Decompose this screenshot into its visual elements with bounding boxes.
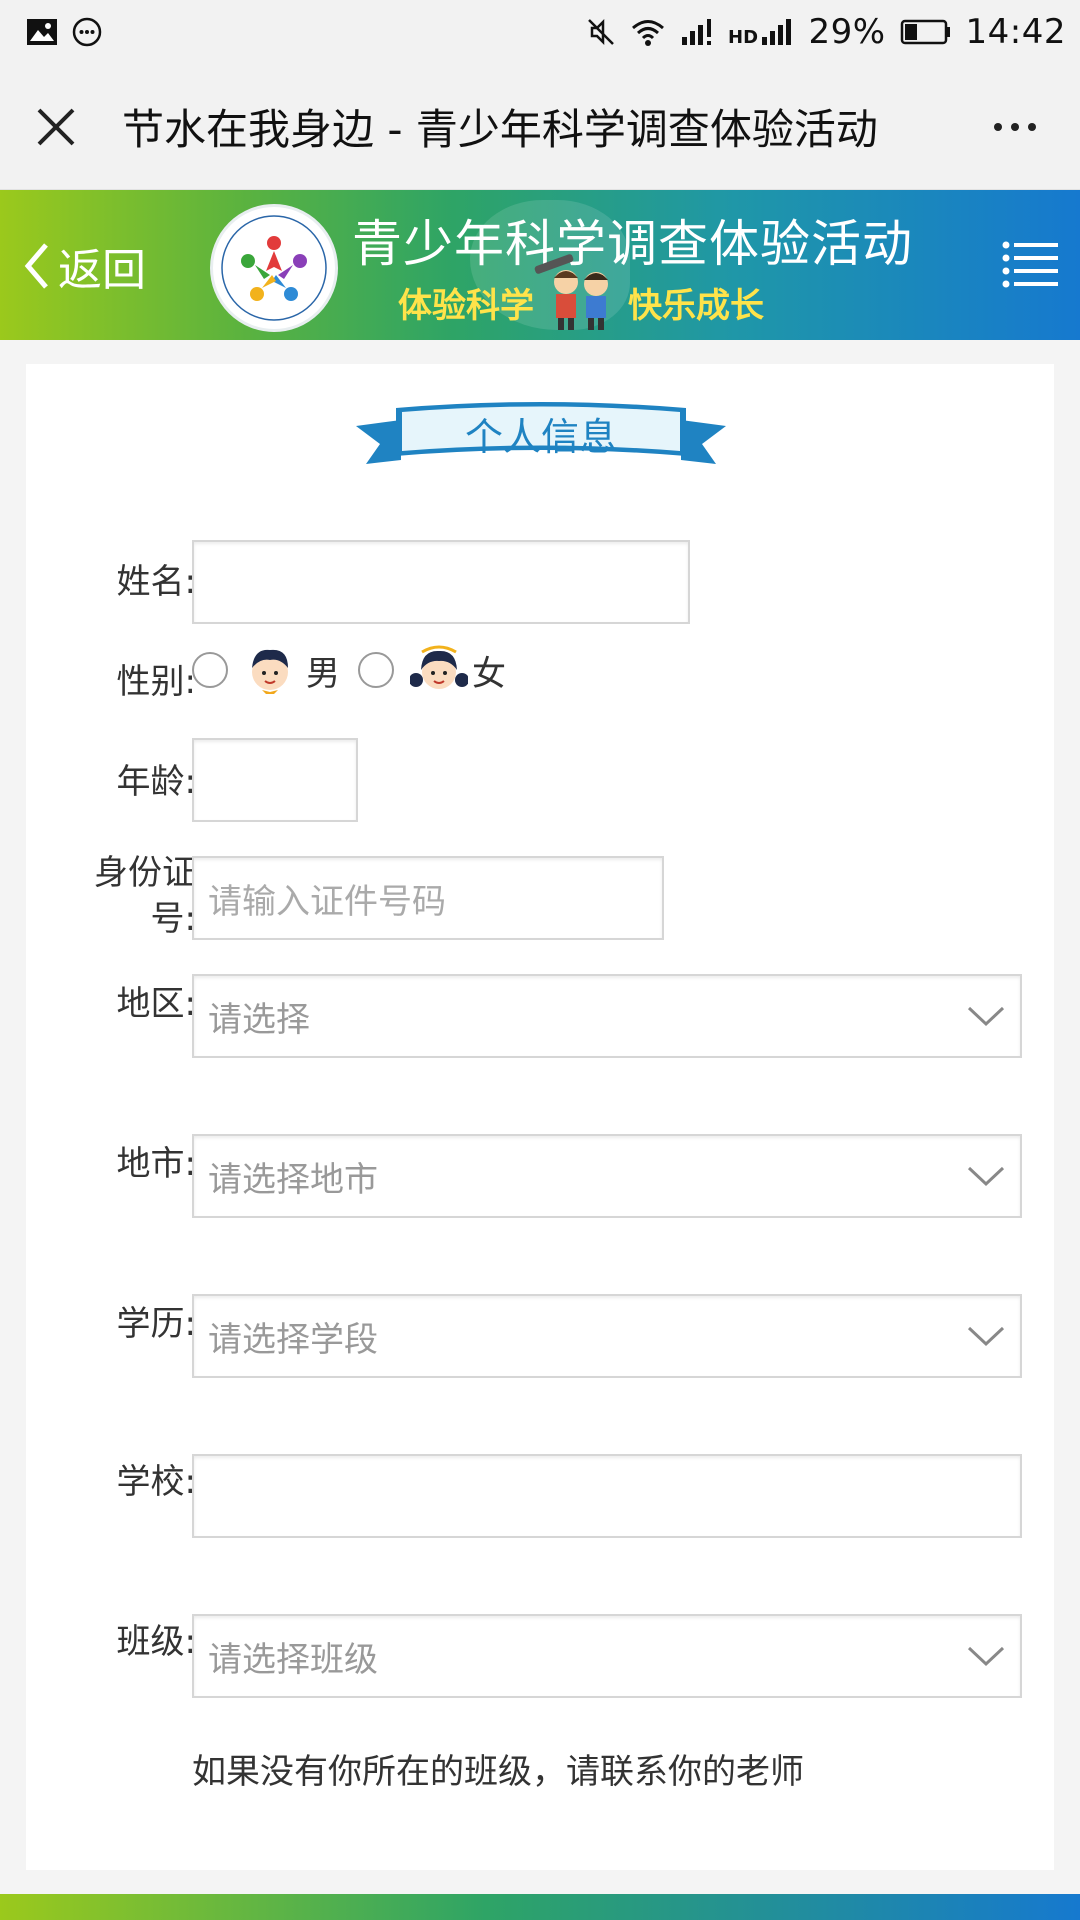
clock: 14:42	[965, 12, 1066, 52]
age-label: 年龄:	[116, 762, 196, 802]
age-input[interactable]	[192, 738, 358, 822]
name-label: 姓名:	[116, 562, 196, 602]
kids-telescope-illustration	[532, 252, 624, 332]
education-select[interactable]: 请选择学段	[192, 1294, 1022, 1378]
school-input[interactable]	[192, 1454, 1022, 1538]
gender-label: 性别:	[116, 662, 196, 702]
battery-percent: 29%	[808, 12, 886, 52]
browser-title-bar: 节水在我身边 - 青少年科学调查体验活动	[0, 64, 1080, 190]
boy-avatar-icon	[244, 644, 296, 696]
personal-info-form: 个人信息 姓名: 性别: 男 女 年龄: 身份证 号: 请输入证件号码 地区: …	[26, 364, 1054, 1870]
chat-notification-icon	[72, 17, 102, 47]
chevron-left-icon	[24, 243, 48, 289]
id-number-input[interactable]: 请输入证件号码	[192, 856, 664, 940]
education-select-value: 请选择学段	[208, 1319, 378, 1360]
wifi-icon	[630, 17, 666, 47]
girl-avatar-icon	[409, 644, 469, 696]
section-title: 个人信息	[464, 414, 617, 459]
id-number-label: 身份证 号:	[46, 850, 196, 942]
city-select[interactable]: 请选择地市	[192, 1134, 1022, 1218]
class-help-note: 如果没有你所在的班级，请联系你的老师	[192, 1752, 804, 1792]
section-ribbon: 个人信息	[356, 398, 726, 478]
region-select-value: 请选择	[208, 999, 310, 1040]
name-input[interactable]	[192, 540, 690, 624]
class-label: 班级:	[116, 1622, 196, 1662]
chevron-down-icon	[967, 1326, 1005, 1347]
chevron-down-icon	[967, 1646, 1005, 1667]
city-select-value: 请选择地市	[208, 1159, 378, 1200]
footer-banner-edge	[0, 1894, 1080, 1920]
banner-slogan-left: 体验科学	[398, 286, 534, 326]
gender-female-label: 女	[472, 653, 506, 694]
class-select[interactable]: 请选择班级	[192, 1614, 1022, 1698]
gender-female-radio[interactable]	[358, 652, 394, 688]
activity-logo	[210, 204, 338, 332]
gallery-notification-icon	[26, 18, 58, 46]
chevron-down-icon	[967, 1166, 1005, 1187]
hd-signal-icon: HD	[728, 17, 794, 47]
id-label-line2: 号:	[150, 899, 196, 939]
gender-male-label: 男	[306, 653, 340, 694]
page-title: 节水在我身边 - 青少年科学调查体验活动	[122, 105, 878, 154]
battery-icon	[900, 18, 952, 46]
close-icon[interactable]	[30, 101, 82, 153]
signal-icon	[680, 17, 714, 47]
banner-slogan-right: 快乐成长	[628, 286, 764, 326]
back-button[interactable]: 返回	[22, 234, 146, 298]
region-select[interactable]: 请选择	[192, 974, 1022, 1058]
menu-icon[interactable]	[1002, 240, 1060, 290]
chevron-down-icon	[967, 1006, 1005, 1027]
gender-options: 男 女	[192, 644, 524, 696]
city-label: 地市:	[116, 1144, 196, 1184]
id-label-line1: 身份证	[94, 853, 196, 893]
back-label: 返回	[58, 245, 146, 296]
banner-title: 青少年科学调查体验活动	[352, 215, 913, 273]
mute-icon	[586, 17, 616, 47]
class-select-value: 请选择班级	[208, 1639, 378, 1680]
education-label: 学历:	[116, 1304, 196, 1344]
status-bar: HD 29% 14:42	[0, 0, 1080, 64]
svg-text:HD: HD	[728, 27, 758, 47]
header-banner: 返回 青少年科学调查体验活动 体验科学 快乐成长	[0, 190, 1080, 340]
region-label: 地区:	[116, 984, 196, 1024]
more-options-icon[interactable]	[980, 122, 1050, 131]
school-label: 学校:	[116, 1462, 196, 1502]
gender-male-radio[interactable]	[192, 652, 228, 688]
